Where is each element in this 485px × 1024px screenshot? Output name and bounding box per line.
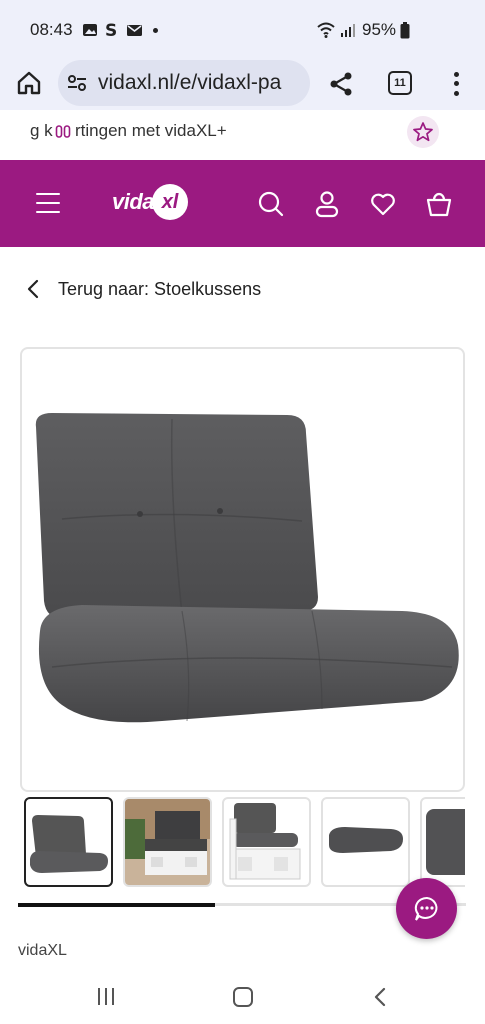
- promo-text: rtingen met vidaXL+: [75, 121, 227, 140]
- wishlist-heart-icon[interactable]: [369, 190, 397, 218]
- dot-icon: [153, 27, 158, 33]
- gallery-icon: [83, 24, 97, 36]
- browser-menu-icon[interactable]: [447, 70, 465, 98]
- system-nav-bar: [0, 968, 485, 1024]
- account-icon[interactable]: [313, 190, 341, 218]
- recent-apps-icon[interactable]: [98, 988, 114, 1005]
- battery-percent: 95%: [362, 20, 397, 39]
- product-brand[interactable]: vidaXL: [18, 942, 67, 960]
- thumbnail-1[interactable]: [24, 797, 113, 887]
- svg-text:S: S: [105, 21, 117, 39]
- menu-icon[interactable]: [36, 193, 60, 213]
- breadcrumb-label: Terug naar: Stoelkussens: [58, 278, 262, 299]
- url-bar[interactable]: vidaxl.nl/e/vidaxl-pa: [58, 60, 310, 106]
- back-nav-icon[interactable]: [372, 986, 388, 1008]
- chevron-left-icon: [27, 279, 39, 299]
- status-notification-icons: S: [82, 21, 158, 39]
- promo-text-start: g k: [30, 121, 53, 140]
- vidaxl-plus-badge-icon: [55, 125, 71, 138]
- site-header: vida xl: [0, 160, 485, 247]
- product-main-image[interactable]: [20, 347, 465, 792]
- status-system-icons: 95%: [316, 20, 410, 40]
- battery-icon: [400, 21, 410, 38]
- vidaxl-logo[interactable]: vida xl: [112, 184, 189, 220]
- chat-icon: [414, 896, 437, 921]
- status-time: 08:43: [30, 20, 73, 39]
- cart-icon[interactable]: [425, 190, 453, 218]
- home-icon[interactable]: [16, 70, 42, 96]
- thumbnail-5[interactable]: [420, 797, 465, 887]
- chat-button[interactable]: [396, 878, 457, 939]
- thumbnail-strip: [24, 797, 465, 889]
- s-app-icon: S: [105, 21, 117, 39]
- search-icon[interactable]: [257, 190, 285, 218]
- thumbnail-2[interactable]: [123, 797, 212, 887]
- url-text: vidaxl.nl/e/vidaxl-pa: [98, 71, 282, 94]
- browser-toolbar: vidaxl.nl/e/vidaxl-pa 11: [0, 58, 485, 110]
- signal-icon: [341, 24, 355, 37]
- gallery-scroll-indicator: [18, 903, 216, 907]
- wifi-icon: [317, 22, 335, 38]
- share-icon[interactable]: [328, 71, 354, 97]
- site-settings-icon[interactable]: [66, 72, 88, 94]
- star-icon[interactable]: [407, 116, 439, 148]
- mail-icon: [127, 24, 142, 36]
- tab-switcher-button[interactable]: 11: [388, 71, 412, 95]
- back-breadcrumb[interactable]: Terug naar: Stoelkussens: [24, 278, 261, 300]
- thumbnail-3[interactable]: [222, 797, 311, 887]
- thumbnail-4[interactable]: [321, 797, 410, 887]
- home-nav-icon[interactable]: [233, 987, 253, 1007]
- status-bar: 08:43 S 95%: [0, 0, 485, 58]
